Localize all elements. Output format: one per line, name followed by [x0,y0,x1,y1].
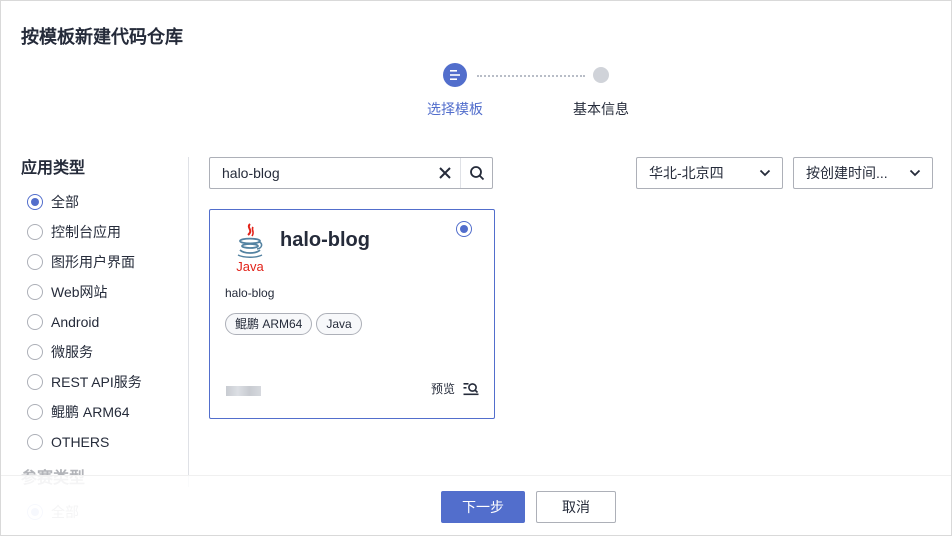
app-type-option-console[interactable]: 控制台应用 [21,217,189,247]
preview-label: 预览 [430,382,455,396]
step-connector [477,75,585,77]
radio-checked-icon[interactable] [456,221,472,237]
option-label: OTHERS [51,434,110,450]
template-tags: 鲲鹏 ARM64 Java [225,313,362,335]
radio-icon[interactable] [27,344,43,360]
app-type-option-kunpeng[interactable]: 鲲鹏 ARM64 [21,397,189,427]
radio-icon[interactable] [27,434,43,450]
option-label: 控制台应用 [51,224,121,240]
dialog-footer: 下一步 取消 [1,475,951,535]
close-icon[interactable] [430,158,460,188]
app-type-title: 应用类型 [21,160,86,177]
option-label: REST API服务 [51,374,142,390]
template-description: halo-blog [225,286,275,300]
app-type-option-android[interactable]: Android [21,307,189,337]
radio-icon[interactable] [27,314,43,330]
step-2-label: 基本信息 [573,101,629,117]
app-type-option-all[interactable]: 全部 [21,187,189,217]
radio-icon[interactable] [27,254,43,270]
cancel-button[interactable]: 取消 [536,491,616,523]
option-label: 鲲鹏 ARM64 [51,404,130,420]
app-type-options: 全部 控制台应用 图形用户界面 Web网站 Android 微服务 REST A… [21,187,189,457]
preview-button[interactable]: 预览 [431,380,479,397]
java-logo: Java [232,222,268,274]
option-label: Web网站 [51,284,108,300]
step-2-indicator [593,67,609,83]
app-type-option-gui[interactable]: 图形用户界面 [21,247,189,277]
panel-divider [188,157,189,487]
filter-panel: 应用类型 全部 控制台应用 图形用户界面 Web网站 Android 微服务 R… [21,157,189,520]
step-1-label: 选择模板 [427,101,483,117]
next-button[interactable]: 下一步 [441,491,525,523]
radio-checked-icon[interactable] [27,194,43,210]
radio-icon[interactable] [27,224,43,240]
radio-icon[interactable] [27,284,43,300]
option-label: 图形用户界面 [51,254,135,270]
app-type-option-rest-api[interactable]: REST API服务 [21,367,189,397]
region-select[interactable]: 华北-北京四 [636,157,783,189]
template-select-radio[interactable] [456,221,480,237]
preview-icon [463,382,479,395]
sort-select[interactable]: 按创建时间... [793,157,933,189]
stepper: 选择模板 基本信息 [1,59,951,119]
search-box [209,157,493,189]
search-input[interactable] [210,158,430,188]
chevron-down-icon [908,166,922,180]
template-name: halo-blog [280,229,370,251]
tag: Java [316,313,362,335]
dialog-title: 按模板新建代码仓库 [21,27,183,47]
chevron-down-icon [758,166,772,180]
app-type-option-microservice[interactable]: 微服务 [21,337,189,367]
app-type-option-web[interactable]: Web网站 [21,277,189,307]
option-label: 全部 [51,194,79,210]
list-icon [450,70,460,80]
search-icon[interactable] [460,158,492,188]
java-logo-text: Java [236,259,264,274]
sort-select-value: 按创建时间... [806,165,888,181]
tag: 鲲鹏 ARM64 [225,313,313,335]
option-label: 微服务 [51,344,93,360]
radio-icon[interactable] [27,374,43,390]
app-type-option-others[interactable]: OTHERS [21,427,189,457]
create-repo-dialog: 按模板新建代码仓库 选择模板 基本信息 应用类型 全部 控制台应用 图形用户界面… [0,0,952,536]
step-1-indicator [443,63,467,87]
radio-icon[interactable] [27,404,43,420]
template-card[interactable]: Java halo-blog halo-blog 鲲鹏 ARM64 Java 预… [209,209,495,419]
author-avatar-blurred [226,386,261,396]
region-select-value: 华北-北京四 [649,165,724,181]
option-label: Android [51,314,100,330]
